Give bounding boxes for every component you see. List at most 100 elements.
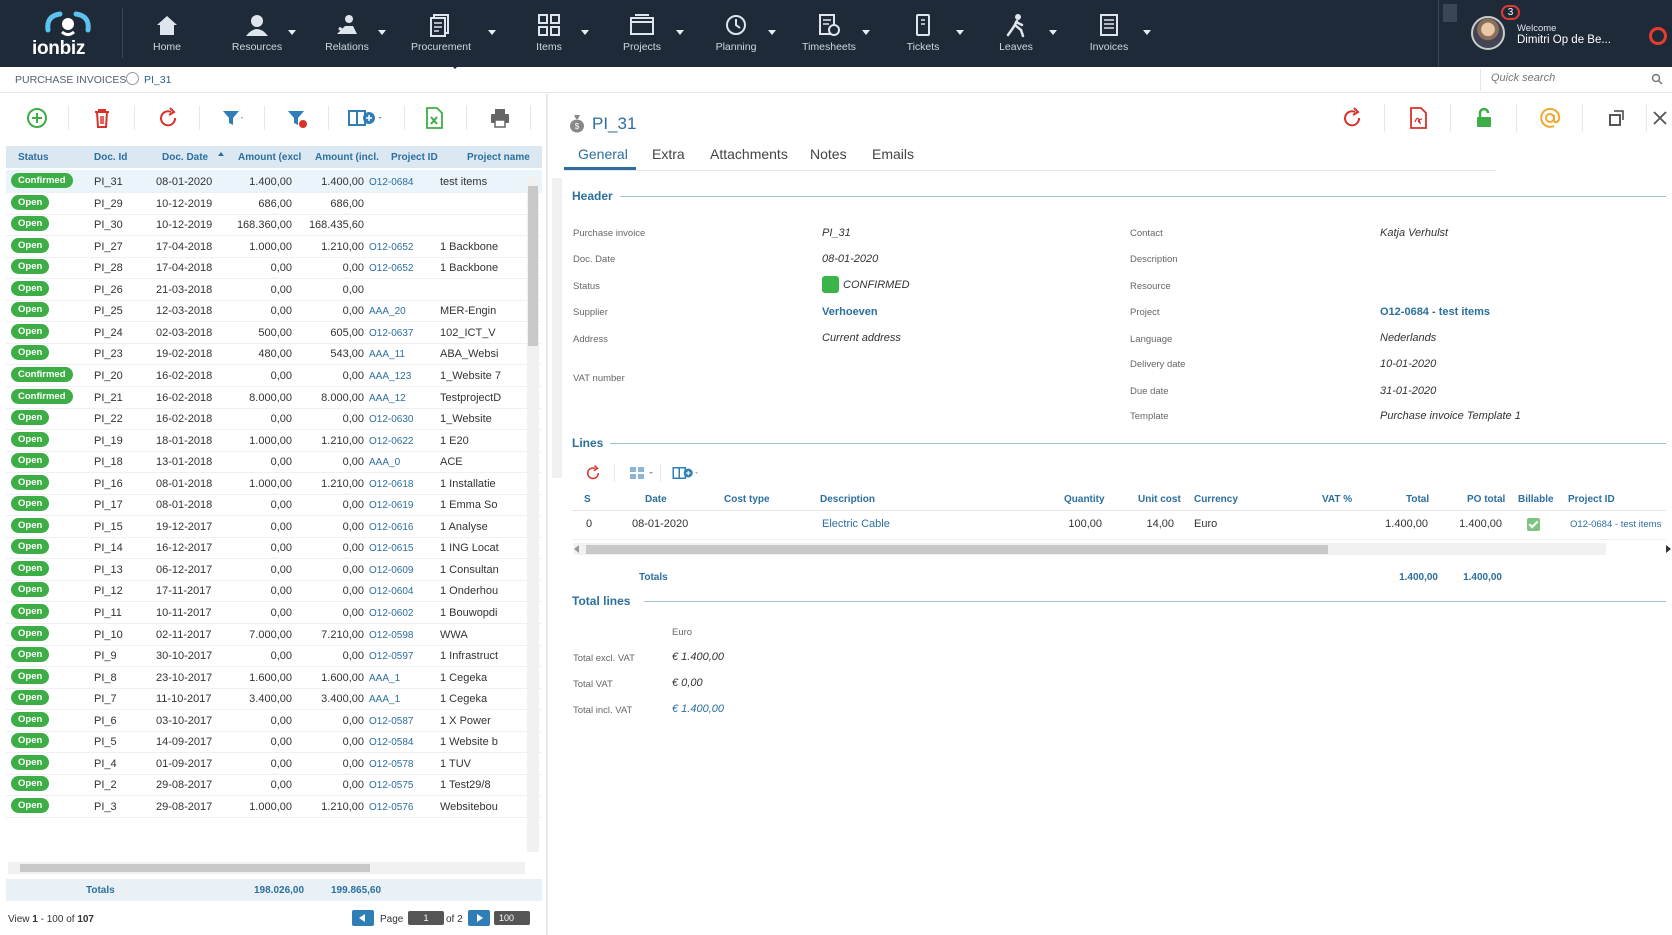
table-row[interactable]: Open PI_14 16-12-2017 0,00 0,00 O12-0615 1 ING… (6, 536, 542, 560)
table-row[interactable]: Open PI_8 23-10-2017 1.600,00 1.600,00 AAA_1 1… (6, 666, 542, 689)
table-row[interactable]: Open PI_19 18-01-2018 1.000,00 1.210,00 O12-0… (6, 429, 542, 452)
column-header-project-name[interactable]: Project name (467, 152, 537, 163)
cell-pid[interactable]: AAA_1 (369, 694, 439, 705)
lines-scroll-left-icon[interactable] (574, 545, 579, 553)
project-link[interactable]: O12-0684 - test items (1380, 306, 1490, 318)
cell-pid[interactable]: O12-0575 (369, 780, 439, 791)
table-row[interactable]: Open PI_29 10-12-2019 686,00 686,00 (6, 192, 542, 215)
cell-pid[interactable]: O12-0616 (369, 522, 439, 533)
nav-procurement[interactable]: Procurement (401, 8, 481, 60)
nav-timesheets[interactable]: Timesheets (789, 8, 869, 60)
grid-horizontal-scrollbar[interactable] (8, 862, 525, 874)
pager-prev-button[interactable] (352, 910, 374, 926)
table-row[interactable]: Open PI_28 17-04-2018 0,00 0,00 O12-0652 1 Bac… (6, 256, 542, 280)
print-icon[interactable] (488, 106, 512, 130)
grid-vertical-scrollbar[interactable] (527, 176, 539, 852)
table-row[interactable]: Confirmed PI_21 16-02-2018 8.000,00 8.000,00… (6, 386, 542, 409)
cell-pid[interactable]: AAA_11 (369, 349, 439, 360)
timesheets-chevron-down-icon[interactable] (862, 30, 870, 35)
cell-pid[interactable]: O12-0604 (369, 586, 439, 597)
lines-column-vat[interactable]: VAT % (1322, 494, 1352, 505)
lines-column-billable[interactable]: Billable (1518, 494, 1554, 505)
lines-refresh-icon[interactable] (584, 464, 602, 482)
table-row[interactable]: Open PI_12 17-11-2017 0,00 0,00 O12-0604 1 Ond… (6, 579, 542, 603)
table-row[interactable]: Open PI_2 29-08-2017 0,00 0,00 O12-0575 1 Test… (6, 773, 542, 797)
user-name[interactable]: Dimitri Op de Be... (1517, 34, 1611, 46)
lines-horizontal-scroll-thumb[interactable] (586, 545, 1328, 554)
lines-horizontal-scrollbar[interactable] (574, 543, 1606, 555)
ionbiz-logo[interactable]: ionbiz (28, 8, 108, 60)
tab-notes[interactable]: Notes (796, 146, 861, 170)
cell-pid[interactable]: O12-0598 (369, 630, 439, 641)
cell-pid[interactable]: O12-0597 (369, 651, 439, 662)
lines-columns-icon[interactable] (668, 464, 704, 482)
lines-column-s[interactable]: S (584, 494, 591, 505)
nav-relations[interactable]: Relations (307, 8, 387, 60)
table-row[interactable]: Open PI_30 10-12-2019 168.360,00 168.435,60 (6, 213, 542, 237)
table-row[interactable]: Open PI_18 13-01-2018 0,00 0,00 AAA_0 ACE (6, 450, 542, 474)
pager-page-input[interactable]: 1 (408, 911, 444, 925)
grid-horizontal-scroll-thumb[interactable] (20, 864, 370, 872)
table-row[interactable]: Open PI_16 08-01-2018 1.000,00 1.210,00 O12-0… (6, 472, 542, 495)
table-row[interactable]: Open PI_6 03-10-2017 0,00 0,00 O12-0587 1 X Po… (6, 709, 542, 732)
invoices-chevron-down-icon[interactable] (1143, 30, 1151, 35)
cell-pid[interactable]: O12-0602 (369, 608, 439, 619)
tab-emails[interactable]: Emails (858, 146, 928, 170)
items-chevron-down-icon[interactable] (581, 30, 589, 35)
table-row[interactable]: Confirmed PI_31 08-01-2020 1.400,00 1.400,00… (6, 170, 542, 193)
resources-chevron-down-icon[interactable] (288, 30, 296, 35)
table-row[interactable]: Open PI_5 14-09-2017 0,00 0,00 O12-0584 1 Webs… (6, 730, 542, 754)
cell-pid[interactable]: AAA_20 (369, 306, 439, 317)
detail-vertical-scrollbar[interactable] (552, 178, 562, 478)
line-billable-checkbox[interactable] (1527, 518, 1540, 531)
supplier-link[interactable]: Verhoeven (822, 306, 878, 318)
table-row[interactable]: Open PI_25 12-03-2018 0,00 0,00 AAA_20 MER-Eng… (6, 299, 542, 323)
add-icon[interactable] (25, 106, 49, 130)
leaves-chevron-down-icon[interactable] (1049, 30, 1057, 35)
tab-general[interactable]: General (564, 146, 636, 170)
nav-tickets[interactable]: Tickets (883, 8, 963, 60)
filter-icon[interactable] (220, 106, 244, 130)
cell-pid[interactable]: AAA_1 (369, 673, 439, 684)
lines-column-currency[interactable]: Currency (1194, 494, 1238, 505)
column-header-project-id[interactable]: Project ID (391, 152, 451, 163)
column-header-amount-incl[interactable]: Amount (incl. (315, 152, 383, 163)
refresh-icon[interactable] (1340, 106, 1364, 130)
table-row[interactable]: Open PI_4 01-09-2017 0,00 0,00 O12-0578 1 TUV (6, 752, 542, 775)
cell-pid[interactable]: O12-0618 (369, 479, 439, 490)
grid-vertical-scroll-thumb[interactable] (528, 186, 538, 346)
lines-column-total[interactable]: Total (1406, 494, 1429, 505)
cell-pid[interactable]: AAA_12 (369, 393, 439, 404)
table-row[interactable]: Open PI_15 19-12-2017 0,00 0,00 O12-0616 1 Ana… (6, 515, 542, 538)
table-row[interactable]: Open PI_22 16-02-2018 0,00 0,00 O12-0630 1_Web… (6, 407, 542, 431)
notification-badge[interactable]: 3 (1501, 5, 1520, 20)
nav-projects[interactable]: Projects (602, 8, 682, 60)
cell-pid[interactable]: O12-0609 (369, 565, 439, 576)
cell-pid[interactable]: O12-0576 (369, 802, 439, 813)
lines-column-po-total[interactable]: PO total (1467, 494, 1505, 505)
unlock-icon[interactable] (1472, 106, 1496, 130)
nav-items[interactable]: Items (509, 8, 589, 60)
cell-pid[interactable]: O12-0637 (369, 328, 439, 339)
cell-pid[interactable]: O12-0622 (369, 436, 439, 447)
table-row[interactable]: 0 08-01-2020 Electric Cable 100,00 14,00… (572, 518, 1666, 540)
pager-next-button[interactable] (468, 910, 490, 926)
column-header-status[interactable]: Status (18, 152, 78, 163)
cell-pid[interactable]: O12-0630 (369, 414, 439, 425)
email-icon[interactable] (1538, 106, 1562, 130)
table-row[interactable]: Open PI_23 19-02-2018 480,00 543,00 AAA_11 ABA… (6, 342, 542, 366)
tab-extra[interactable]: Extra (638, 146, 699, 170)
columns-icon[interactable] (346, 106, 386, 130)
table-row[interactable]: Open PI_13 06-12-2017 0,00 0,00 O12-0609 1 Con… (6, 558, 542, 581)
line-project-link[interactable]: O12-0684 - test items (1570, 519, 1661, 530)
lines-settings-icon[interactable] (628, 464, 656, 482)
maximize-icon[interactable] (1604, 106, 1628, 130)
cell-pid[interactable]: O12-0615 (369, 543, 439, 554)
table-row[interactable]: Open PI_11 10-11-2017 0,00 0,00 O12-0602 1 Bou… (6, 601, 542, 624)
lines-column-date[interactable]: Date (645, 494, 667, 505)
pdf-icon[interactable] (1406, 106, 1430, 130)
breadcrumb-section[interactable]: PURCHASE INVOICES (15, 74, 126, 86)
tickets-chevron-down-icon[interactable] (956, 30, 964, 35)
cell-pid[interactable]: O12-0578 (369, 759, 439, 770)
table-row[interactable]: Open PI_9 30-10-2017 0,00 0,00 O12-0597 1 Infr… (6, 644, 542, 668)
